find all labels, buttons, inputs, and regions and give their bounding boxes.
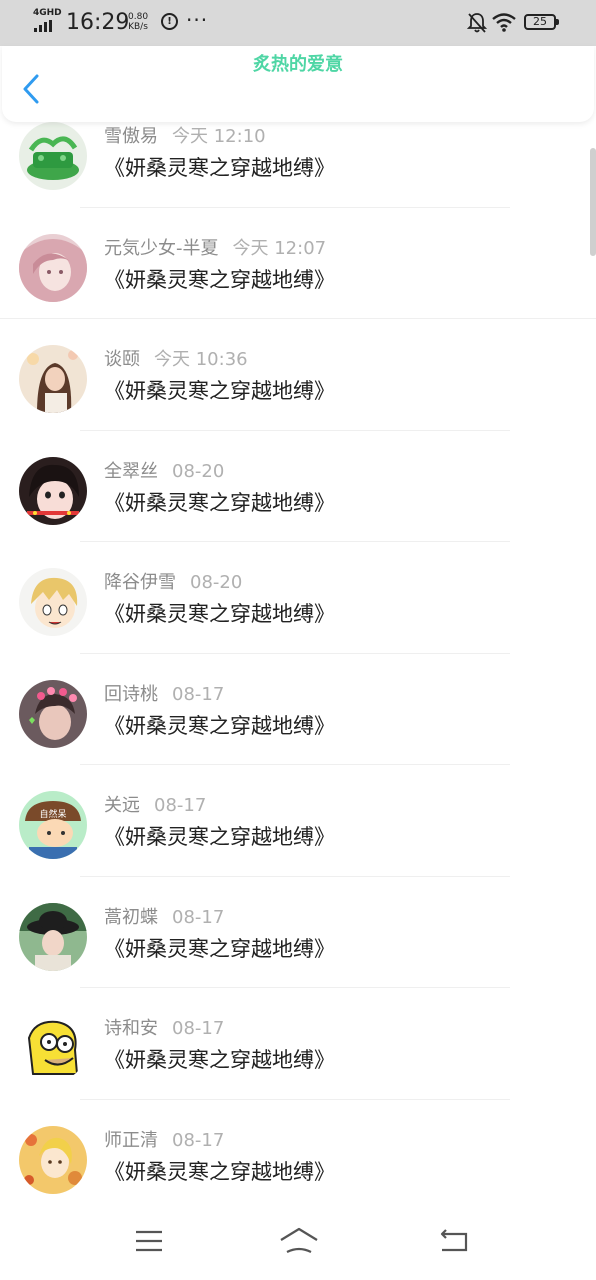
item-meta: 师正清 08-17 (104, 1126, 224, 1152)
item-meta: 降谷伊雪 08-20 (104, 568, 242, 594)
status-bar: 4GHD 16:29 0.80 KB/s ! ··· 25 (0, 0, 596, 46)
pink-anime-girl-avatar (19, 233, 87, 302)
back-chevron-icon[interactable] (20, 72, 44, 106)
reader-name: 诗和安 (104, 1018, 158, 1039)
reader-name: 元気少女-半夏 (104, 237, 219, 259)
notification-circle-icon: ! (161, 13, 178, 30)
read-time: 08-20 (172, 460, 225, 482)
reader-name: 师正清 (104, 1129, 158, 1151)
read-time: 今天 12:07 (232, 237, 327, 259)
item-meta: 元気少女-半夏 今天 12:07 (104, 234, 326, 260)
list-item[interactable]: 师正清 08-17 《妍桑灵寒之穿越地缚》 (0, 1100, 596, 1211)
item-meta: 蒿初蝶 08-17 (104, 903, 224, 929)
read-time: 08-17 (172, 906, 225, 928)
status-time: 16:29 (66, 10, 130, 35)
read-time: 08-17 (172, 1018, 225, 1039)
reader-name: 关远 (104, 795, 140, 816)
reader-name: 降谷伊雪 (104, 572, 176, 593)
read-time: 08-20 (190, 572, 243, 593)
wifi-icon (492, 13, 516, 32)
item-meta: 全翠丝 08-20 (104, 457, 224, 483)
anime-autumn-avatar (19, 1125, 87, 1194)
item-meta: 关远 08-17 (104, 791, 206, 817)
battery-icon: 25 (524, 14, 559, 30)
read-time: 08-17 (154, 795, 207, 816)
list-item[interactable]: 谈颐 今天 10:36 《妍桑灵寒之穿越地缚》 (0, 319, 596, 431)
book-title: 《妍桑灵寒之穿越地缚》 (104, 713, 335, 738)
item-meta: 回诗桃 08-17 (104, 680, 224, 706)
bell-muted-icon (467, 13, 487, 33)
girl-hat-avatar (19, 902, 87, 971)
reader-name: 雪傲易 (104, 126, 158, 147)
reader-name: 回诗桃 (104, 683, 158, 705)
reader-name: 蒿初蝶 (104, 906, 158, 928)
book-title: 《妍桑灵寒之穿越地缚》 (104, 267, 335, 292)
page-title: 炙热的爱意 (253, 54, 343, 75)
screen: 4GHD 16:29 0.80 KB/s ! ··· 25 炙热的爱意 雪傲易 … (0, 0, 596, 1280)
book-title: 《妍桑灵寒之穿越地缚》 (104, 156, 335, 180)
more-notifications-icon: ··· (186, 8, 209, 32)
flower-crown-avatar (19, 679, 87, 748)
read-time: 今天 12:10 (172, 126, 266, 147)
reader-name: 全翠丝 (104, 460, 158, 482)
reader-list: 雪傲易 今天 12:10 《妍桑灵寒之穿越地缚》 元気少女-半夏 今天 12:07 … (0, 96, 596, 1211)
book-title: 《妍桑灵寒之穿越地缚》 (104, 490, 335, 515)
read-time: 今天 10:36 (154, 349, 248, 370)
girl-bangs-avatar (19, 456, 87, 525)
list-item[interactable]: 自然呆 关远 08-17 《妍桑灵寒之穿越地缚》 (0, 765, 596, 877)
reader-name: 谈颐 (104, 349, 140, 370)
book-title: 《妍桑灵寒之穿越地缚》 (104, 602, 335, 626)
menu-icon[interactable] (134, 1226, 164, 1256)
avatar-caption: 自然呆 (39, 808, 66, 820)
list-item[interactable]: 蒿初蝶 08-17 《妍桑灵寒之穿越地缚》 (0, 877, 596, 988)
list-item[interactable]: 元気少女-半夏 今天 12:07 《妍桑灵寒之穿越地缚》 (0, 208, 596, 319)
item-meta: 雪傲易 今天 12:10 (104, 122, 266, 148)
header: 炙热的爱意 (2, 46, 594, 122)
book-title: 《妍桑灵寒之穿越地缚》 (104, 936, 335, 961)
scrollbar[interactable] (590, 148, 596, 256)
speed-unit: KB/s (128, 22, 148, 32)
speed-value: 0.80 (128, 12, 149, 22)
list-item[interactable]: 诗和安 08-17 《妍桑灵寒之穿越地缚》 (0, 988, 596, 1100)
anime-blonde-boy-avatar (19, 568, 87, 636)
jade-dragon-avatar (19, 122, 87, 190)
item-meta: 谈颐 今天 10:36 (104, 345, 248, 371)
item-meta: 诗和安 08-17 (104, 1014, 224, 1040)
list-item[interactable]: 回诗桃 08-17 《妍桑灵寒之穿越地缚》 (0, 654, 596, 765)
simpson-avatar (19, 1014, 87, 1082)
book-title: 《妍桑灵寒之穿越地缚》 (104, 379, 335, 403)
signal-icon (34, 20, 52, 32)
read-time: 08-17 (172, 683, 225, 705)
book-title: 《妍桑灵寒之穿越地缚》 (104, 825, 335, 849)
list-item[interactable]: 降谷伊雪 08-20 《妍桑灵寒之穿越地缚》 (0, 542, 596, 654)
list-item[interactable]: 全翠丝 08-20 《妍桑灵寒之穿越地缚》 (0, 431, 596, 542)
back-icon[interactable] (438, 1226, 470, 1256)
book-title: 《妍桑灵寒之穿越地缚》 (104, 1048, 335, 1072)
network-type: 4GHD (33, 8, 62, 18)
cartoon-boy-avatar: 自然呆 (19, 791, 87, 859)
home-icon[interactable] (279, 1226, 319, 1256)
girl-photo-avatar (19, 345, 87, 413)
bottom-nav (0, 1208, 596, 1280)
book-title: 《妍桑灵寒之穿越地缚》 (104, 1159, 335, 1184)
read-time: 08-17 (172, 1129, 225, 1151)
network-speed: 0.80 KB/s (128, 12, 148, 32)
